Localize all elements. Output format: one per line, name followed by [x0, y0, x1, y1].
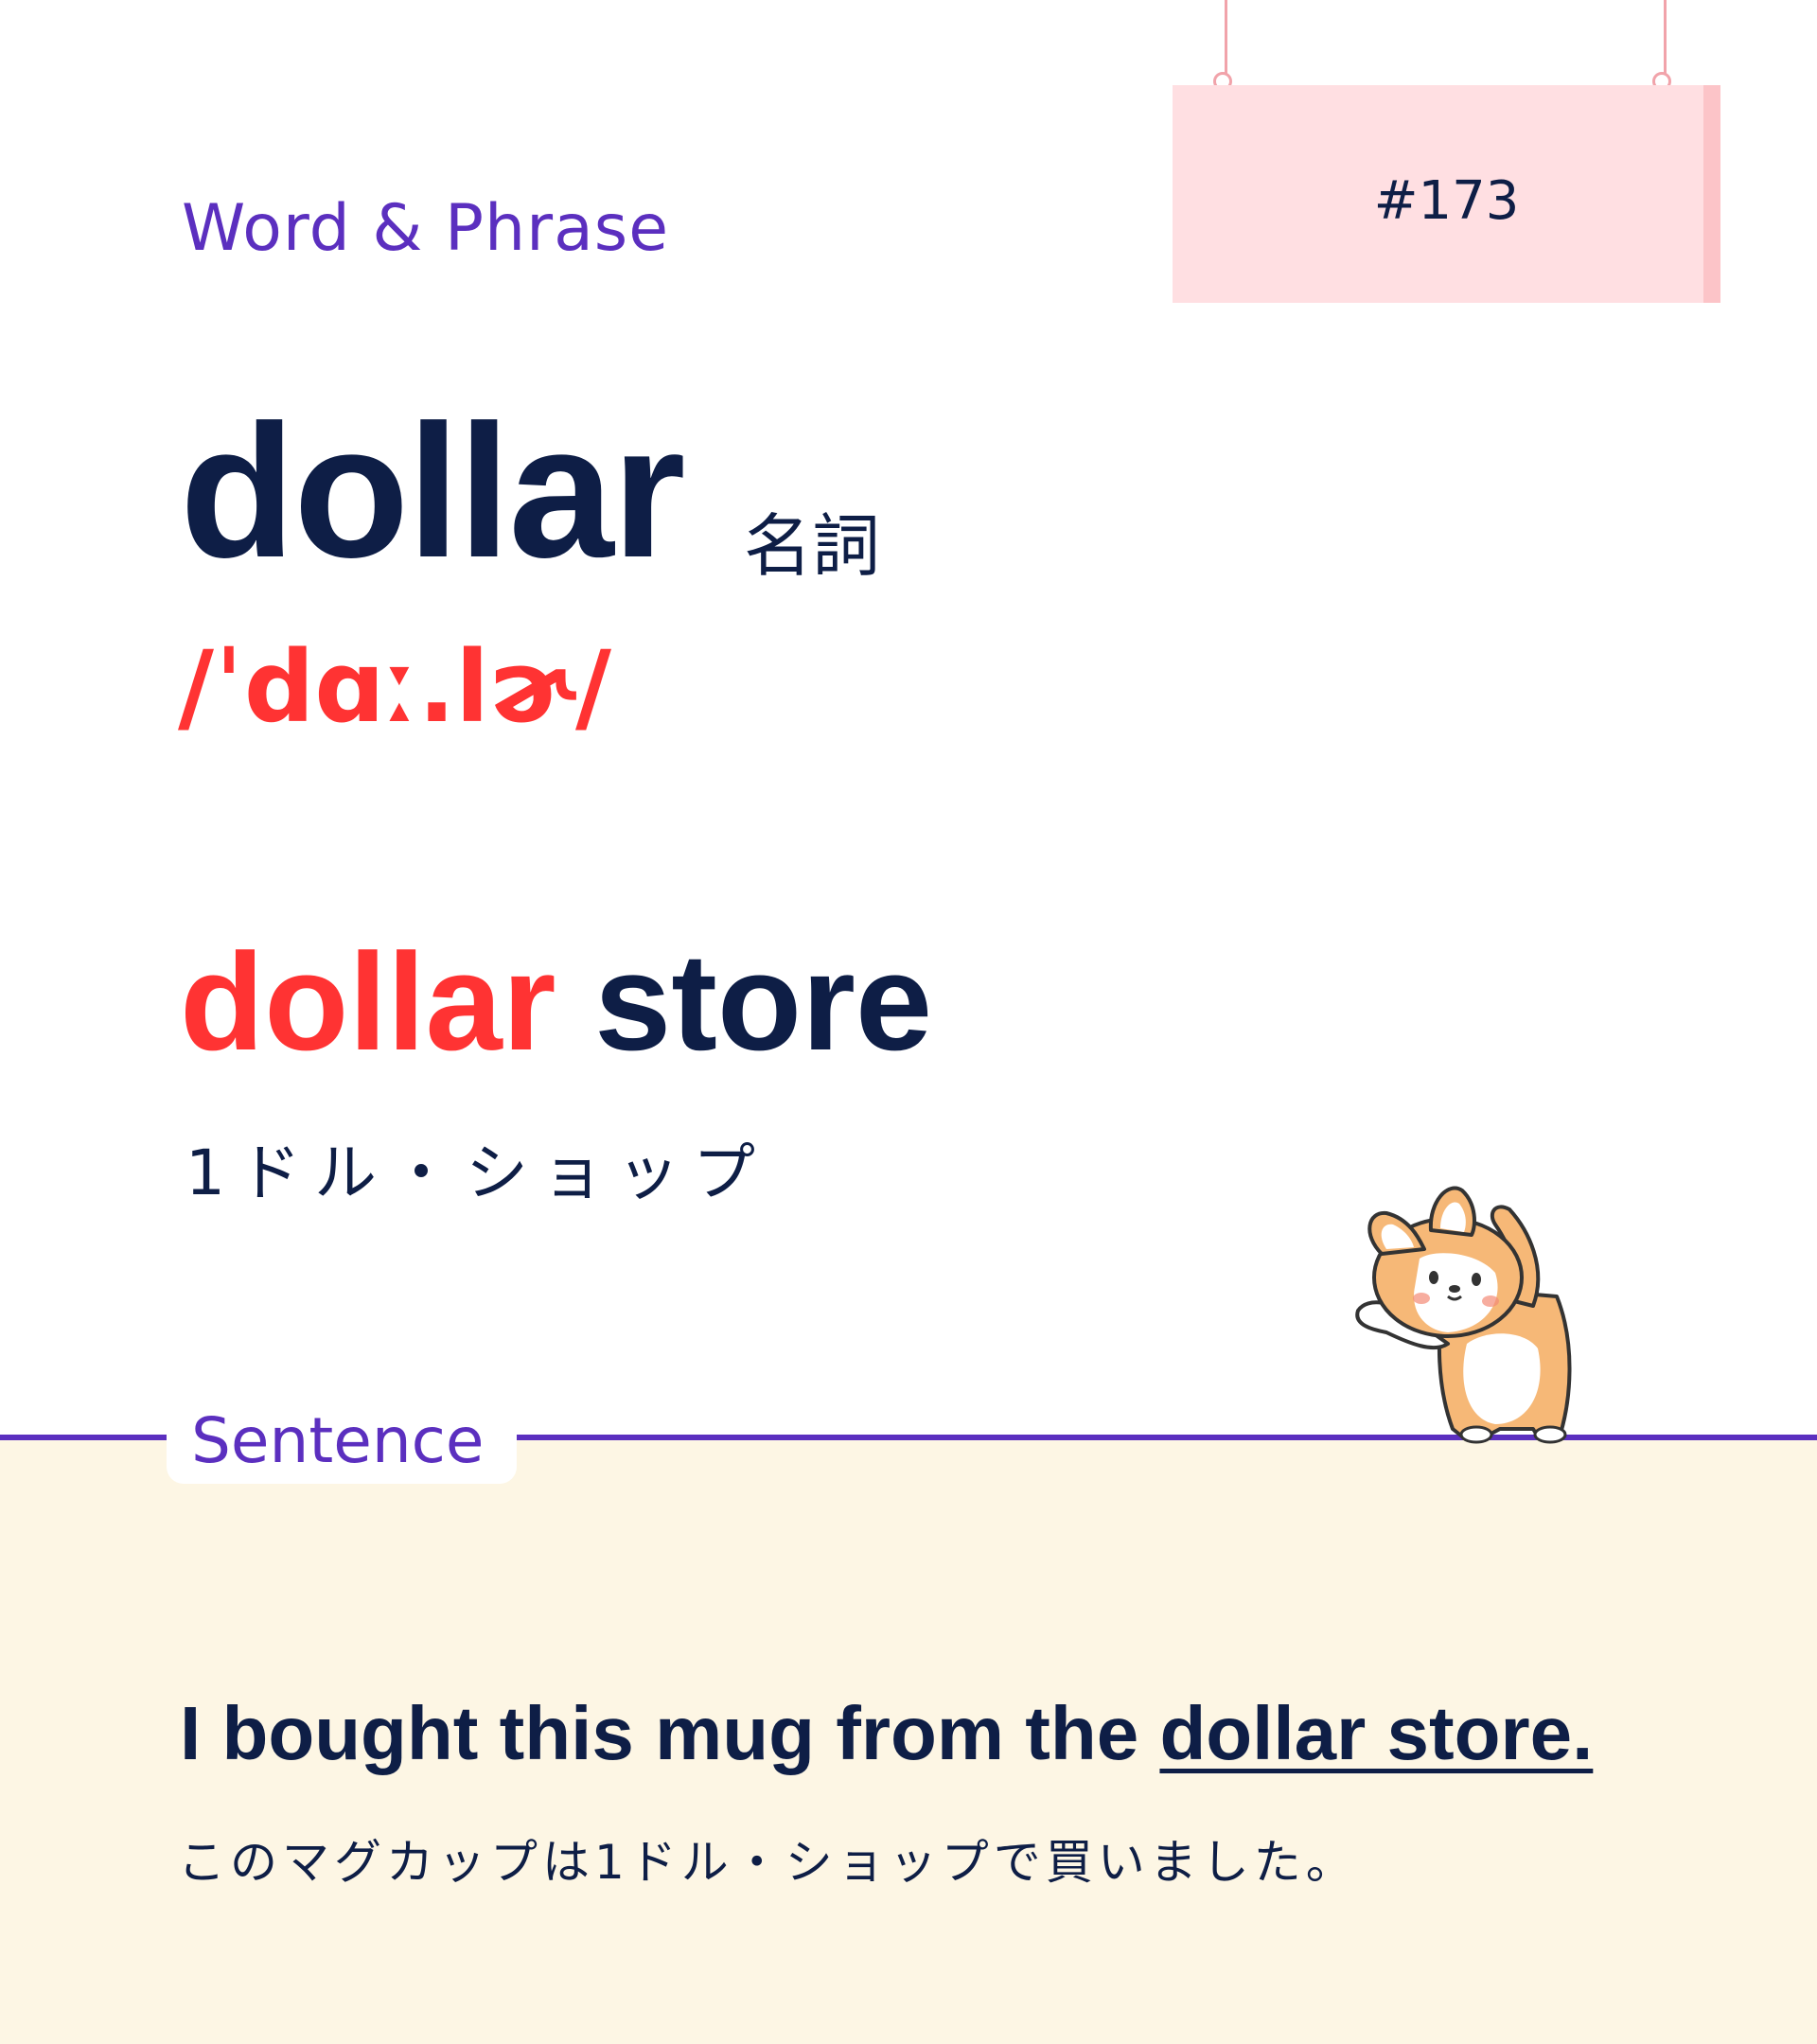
example-sentence: I bought this mug from the dollar store. [180, 1696, 1593, 1771]
pronunciation: /ˈdɑː.lɚ/ [178, 629, 611, 745]
phrase-rest: store [594, 925, 933, 1079]
sign-string-right [1664, 0, 1667, 74]
corgi-icon [1355, 1186, 1572, 1444]
section-label-word-phrase: Word & Phrase [182, 191, 670, 266]
part-of-speech: 名詞 [744, 506, 881, 586]
section-label-sentence: Sentence [191, 1404, 485, 1477]
phrase-translation: 1ドル・ショップ [185, 1137, 768, 1209]
phrase: dollar store [180, 933, 932, 1071]
headword: dollar [180, 386, 686, 597]
card-number: #173 [1373, 170, 1520, 232]
phrase-highlight: dollar [180, 925, 556, 1079]
example-sentence-target: dollar store. [1159, 1691, 1594, 1775]
example-sentence-prefix: I bought this mug from the [180, 1691, 1160, 1775]
sign-string-left [1225, 0, 1227, 74]
example-sentence-translation: このマグカップは1ドル・ショップで買いました。 [178, 1835, 1358, 1890]
